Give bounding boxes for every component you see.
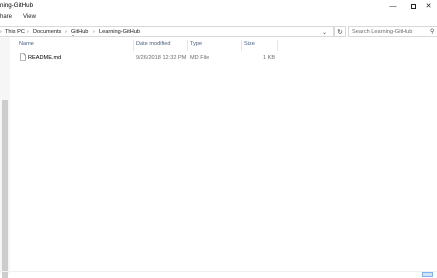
breadcrumb-this-pc[interactable]: This PC: [5, 29, 25, 35]
file-size: 1 KB: [263, 54, 276, 61]
file-row[interactable]: README.md 9/26/2018 12:32 PM MD File 1 K…: [14, 53, 278, 63]
title-bar: ning-GitHub — ✕: [0, 0, 437, 12]
column-divider[interactable]: [133, 40, 134, 51]
minimize-icon: —: [389, 2, 397, 10]
column-divider[interactable]: [241, 40, 242, 51]
breadcrumb-separator: ›: [0, 29, 2, 35]
search-box[interactable]: ⚲: [348, 26, 437, 37]
column-header-name[interactable]: Name: [19, 41, 34, 50]
file-date-modified: 9/26/2018 12:32 PM: [136, 54, 187, 61]
file-name[interactable]: README.md: [28, 55, 61, 61]
breadcrumb-github[interactable]: GitHub: [71, 29, 88, 35]
ribbon-tabs: hare View: [0, 12, 437, 23]
refresh-icon: ↻: [337, 28, 343, 36]
file-explorer-window: ning-GitHub — ✕ hare View › This PC › Do…: [0, 0, 437, 278]
document-icon: [20, 53, 26, 61]
column-header-type[interactable]: Type: [190, 41, 202, 50]
chevron-up-icon[interactable]: ˆ: [72, 36, 74, 42]
close-button[interactable]: ✕: [420, 0, 437, 12]
refresh-button[interactable]: ↻: [334, 26, 346, 37]
tab-share[interactable]: hare: [0, 14, 12, 20]
breadcrumb-separator[interactable]: ›: [65, 29, 67, 35]
close-icon: ✕: [425, 3, 432, 10]
maximize-icon: [410, 3, 416, 9]
tab-view[interactable]: View: [23, 14, 36, 20]
status-bar-divider: [0, 271, 437, 272]
column-divider[interactable]: [187, 40, 188, 51]
file-type: MD File: [190, 54, 210, 61]
breadcrumb-documents[interactable]: Documents: [33, 29, 61, 35]
address-bar[interactable]: › This PC › Documents › GitHub › Learnin…: [0, 26, 334, 37]
scrollbar-thumb[interactable]: [2, 100, 8, 278]
details-view-toggle[interactable]: [422, 272, 433, 277]
column-header-size[interactable]: Size: [244, 41, 255, 50]
window-title: ning-GitHub: [0, 2, 34, 9]
search-input[interactable]: [352, 28, 430, 36]
breadcrumb-separator[interactable]: ›: [27, 29, 29, 35]
breadcrumb-learning-github[interactable]: Learning-GitHub: [99, 29, 140, 35]
chevron-down-icon[interactable]: ⌄: [322, 29, 327, 36]
breadcrumb-separator[interactable]: ›: [93, 29, 95, 35]
search-icon[interactable]: ⚲: [430, 28, 434, 35]
column-header-date-modified[interactable]: Date modified: [136, 41, 171, 50]
navigation-pane: [0, 38, 10, 278]
address-row: › This PC › Documents › GitHub › Learnin…: [0, 25, 437, 38]
column-divider[interactable]: [277, 40, 278, 51]
